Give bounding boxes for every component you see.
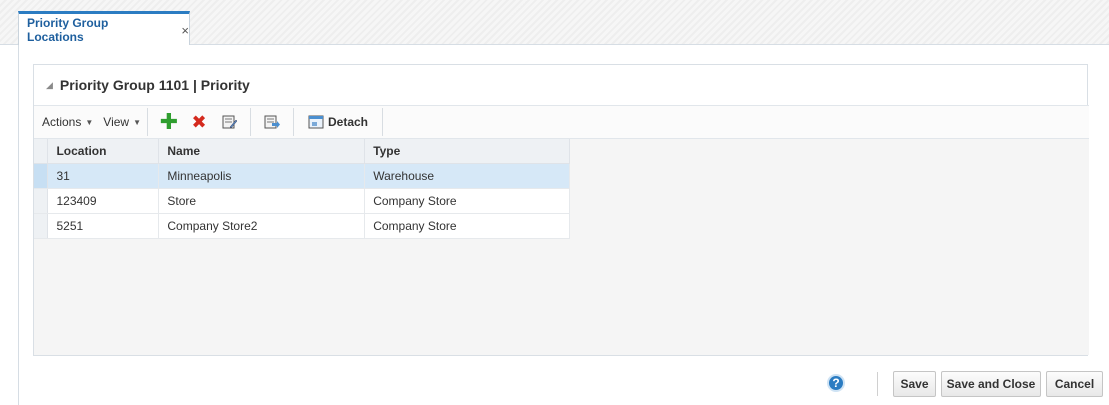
panel-header[interactable]: ◢ Priority Group 1101 | Priority	[34, 65, 1087, 105]
row-header-cell	[34, 163, 49, 189]
close-icon[interactable]: ×	[181, 23, 189, 38]
add-button[interactable]: ✚	[154, 108, 184, 136]
delete-button[interactable]: ✖	[184, 108, 214, 136]
location-cell: 123409	[47, 188, 160, 214]
detach-icon	[308, 115, 324, 129]
location-cell: 31	[47, 163, 160, 189]
actions-menu[interactable]: Actions ▼	[34, 115, 93, 129]
type-cell: Company Store	[364, 213, 570, 239]
locations-table: Location Name Type 31 Minneapolis Wareho…	[34, 139, 570, 239]
table-row[interactable]: 31 Minneapolis Warehouse	[34, 163, 570, 189]
tab-priority-group-locations[interactable]: Priority Group Locations ×	[18, 11, 190, 46]
tab-label: Priority Group Locations	[27, 16, 109, 44]
save-and-close-button[interactable]: Save and Close	[941, 371, 1041, 397]
table-toolbar: Actions ▼ View ▼ ✚ ✖ Detach	[34, 105, 1089, 139]
row-header-cell	[34, 188, 49, 214]
name-cell: Minneapolis	[158, 163, 366, 189]
column-header-name[interactable]: Name	[158, 139, 366, 164]
save-button[interactable]: Save	[893, 371, 936, 397]
name-cell: Store	[158, 188, 366, 214]
toolbar-divider	[250, 108, 251, 136]
view-menu-label: View	[103, 115, 130, 129]
edit-button[interactable]	[214, 108, 244, 136]
footer-bar: ? Save Save and Close Cancel	[0, 370, 1109, 400]
row-header-cell	[34, 139, 49, 164]
type-cell: Warehouse	[364, 163, 570, 189]
column-header-type[interactable]: Type	[364, 139, 570, 164]
view-menu[interactable]: View ▼	[93, 115, 141, 129]
chevron-down-icon: ▼	[133, 117, 141, 127]
toolbar-divider	[382, 108, 384, 136]
detach-button[interactable]: Detach	[300, 114, 376, 130]
location-cell: 5251	[47, 213, 160, 239]
export-icon	[264, 115, 280, 129]
actions-menu-label: Actions	[42, 115, 82, 129]
detach-label: Detach	[328, 115, 369, 129]
type-cell: Company Store	[364, 188, 570, 214]
page-content: ◢ Priority Group 1101 | Priority Actions…	[18, 45, 1109, 405]
table-container: Location Name Type 31 Minneapolis Wareho…	[34, 139, 1089, 355]
export-button[interactable]	[257, 108, 287, 136]
table-header-row: Location Name Type	[34, 139, 570, 164]
table-row[interactable]: 123409 Store Company Store	[34, 188, 570, 214]
help-icon[interactable]: ?	[827, 374, 845, 392]
add-icon: ✚	[159, 109, 179, 134]
name-cell: Company Store2	[158, 213, 366, 239]
chevron-down-icon: ▼	[85, 117, 94, 127]
disclosure-triangle-icon[interactable]: ◢	[46, 80, 53, 91]
panel-title: Priority Group 1101 | Priority	[59, 77, 250, 93]
column-header-location[interactable]: Location	[47, 139, 160, 164]
edit-icon	[222, 115, 237, 129]
cancel-button[interactable]: Cancel	[1046, 371, 1103, 397]
footer-divider	[877, 372, 878, 396]
delete-icon: ✖	[191, 112, 207, 132]
tab-bar: Priority Group Locations ×	[0, 0, 1109, 46]
priority-group-panel: ◢ Priority Group 1101 | Priority Actions…	[33, 64, 1089, 356]
row-header-cell	[34, 213, 49, 239]
toolbar-divider	[147, 108, 148, 136]
table-row[interactable]: 5251 Company Store2 Company Store	[34, 213, 570, 239]
toolbar-divider	[293, 108, 294, 136]
